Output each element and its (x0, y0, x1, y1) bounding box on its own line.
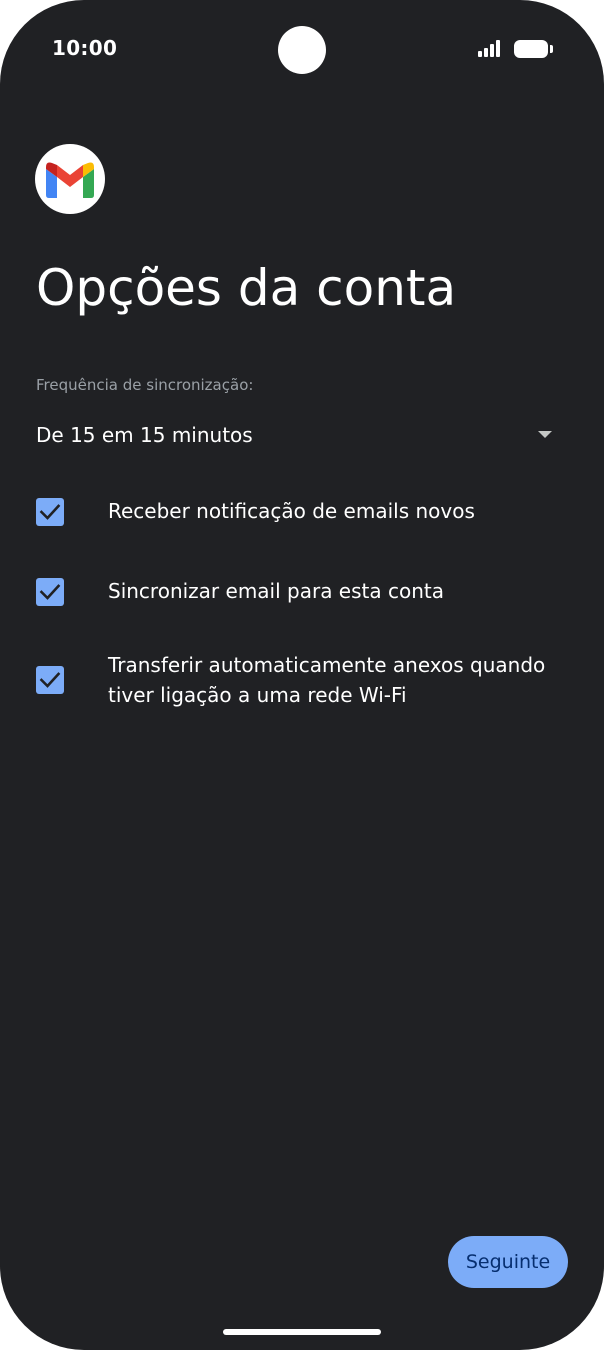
checkmark-icon (39, 672, 61, 688)
signal-icon (478, 38, 506, 60)
page-title: Opções da conta (36, 259, 457, 317)
option-label: Receber notificação de emails novos (108, 499, 475, 523)
sync-frequency-value: De 15 em 15 minutos (36, 423, 253, 447)
sync-email-checkbox[interactable] (36, 578, 64, 606)
status-bar-time: 10:00 (52, 36, 118, 60)
status-bar-icons (478, 38, 554, 60)
dropdown-arrow-icon (538, 431, 552, 438)
home-indicator[interactable] (223, 1329, 381, 1335)
notify-checkbox[interactable] (36, 498, 64, 526)
option-sync-email[interactable]: Sincronizar email para esta conta (36, 576, 558, 608)
checkmark-icon (39, 504, 61, 520)
phone-screen: 10:00 Opções da conta Frequência de sinc… (0, 0, 604, 1350)
battery-icon (514, 40, 554, 58)
sync-frequency-dropdown[interactable]: De 15 em 15 minutos (36, 416, 558, 456)
checkmark-icon (39, 584, 61, 600)
option-label: Sincronizar email para esta conta (108, 579, 444, 603)
option-label: Transferir automaticamente anexos quando… (108, 653, 546, 707)
option-auto-download-attachments[interactable]: Transferir automaticamente anexos quando… (36, 650, 558, 712)
option-notify-new-emails[interactable]: Receber notificação de emails novos (36, 496, 558, 528)
sync-frequency-label: Frequência de sincronização: (36, 376, 254, 394)
auto-download-checkbox[interactable] (36, 666, 64, 694)
gmail-logo-icon (35, 144, 105, 214)
camera-cutout (278, 26, 326, 74)
next-button[interactable]: Seguinte (448, 1236, 568, 1288)
